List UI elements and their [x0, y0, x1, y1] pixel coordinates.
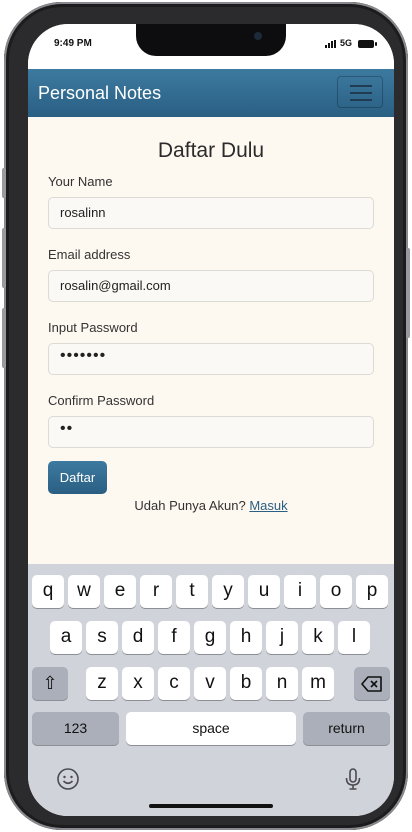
key-s[interactable]: s: [86, 621, 118, 654]
key-j[interactable]: j: [266, 621, 298, 654]
key-q[interactable]: q: [32, 575, 64, 608]
screen: 9:49 PM 5G Personal Notes Daftar Dulu Yo…: [28, 24, 394, 816]
key-z[interactable]: z: [86, 667, 118, 700]
navbar: Personal Notes: [28, 69, 394, 117]
backspace-icon: [361, 676, 382, 692]
key-t[interactable]: t: [176, 575, 208, 608]
signal-icon: [325, 40, 337, 48]
key-c[interactable]: c: [158, 667, 190, 700]
key-f[interactable]: f: [158, 621, 190, 654]
key-d[interactable]: d: [122, 621, 154, 654]
key-g[interactable]: g: [194, 621, 226, 654]
key-a[interactable]: a: [50, 621, 82, 654]
have-account-text: Udah Punya Akun? Masuk: [28, 498, 394, 513]
name-label: Your Name: [48, 174, 113, 189]
password-input[interactable]: •••••••: [48, 343, 374, 375]
key-i[interactable]: i: [284, 575, 316, 608]
microphone-icon[interactable]: [341, 767, 365, 791]
key-p[interactable]: p: [356, 575, 388, 608]
menu-toggle-button[interactable]: [337, 76, 383, 108]
numbers-key[interactable]: 123: [32, 712, 119, 745]
key-x[interactable]: x: [122, 667, 154, 700]
key-h[interactable]: h: [230, 621, 262, 654]
key-y[interactable]: y: [212, 575, 244, 608]
key-m[interactable]: m: [302, 667, 334, 700]
key-b[interactable]: b: [230, 667, 262, 700]
camera: [254, 32, 262, 40]
power-button: [406, 248, 410, 338]
notch: [136, 24, 286, 56]
confirm-password-label: Confirm Password: [48, 393, 155, 408]
backspace-key[interactable]: [354, 667, 390, 700]
silent-switch: [2, 168, 6, 198]
key-e[interactable]: e: [104, 575, 136, 608]
key-l[interactable]: l: [338, 621, 370, 654]
status-time: 9:49 PM: [54, 38, 92, 49]
key-u[interactable]: u: [248, 575, 280, 608]
page-title: Daftar Dulu: [157, 139, 265, 162]
home-indicator: [149, 804, 273, 808]
emoji-icon[interactable]: [56, 767, 80, 791]
keyboard: q w e r t y u i o p a s d f g h j k l ⇧ …: [28, 564, 394, 816]
key-v[interactable]: v: [194, 667, 226, 700]
battery-icon: [358, 40, 377, 48]
volume-down-button: [2, 308, 6, 368]
key-w[interactable]: w: [68, 575, 100, 608]
email-label: Email address: [48, 247, 131, 262]
have-account-label: Udah Punya Akun?: [134, 498, 246, 513]
name-input[interactable]: rosalinn: [48, 197, 374, 229]
key-n[interactable]: n: [266, 667, 298, 700]
return-key[interactable]: return: [303, 712, 390, 745]
shift-key[interactable]: ⇧: [32, 667, 68, 700]
space-key[interactable]: space: [126, 712, 296, 745]
volume-up-button: [2, 228, 6, 288]
password-label: Input Password: [48, 320, 138, 335]
status-bar: 9:49 PM 5G: [28, 24, 394, 69]
navbar-brand[interactable]: Personal Notes: [38, 83, 161, 104]
phone-frame: 9:49 PM 5G Personal Notes Daftar Dulu Yo…: [2, 2, 410, 830]
confirm-password-input[interactable]: ••: [48, 416, 374, 448]
email-input[interactable]: rosalin@gmail.com: [48, 270, 374, 302]
key-o[interactable]: o: [320, 575, 352, 608]
register-button[interactable]: Daftar: [48, 461, 107, 494]
network-label: 5G: [340, 38, 353, 48]
key-k[interactable]: k: [302, 621, 334, 654]
key-r[interactable]: r: [140, 575, 172, 608]
hamburger-icon: [350, 85, 372, 87]
login-link[interactable]: Masuk: [249, 498, 287, 513]
